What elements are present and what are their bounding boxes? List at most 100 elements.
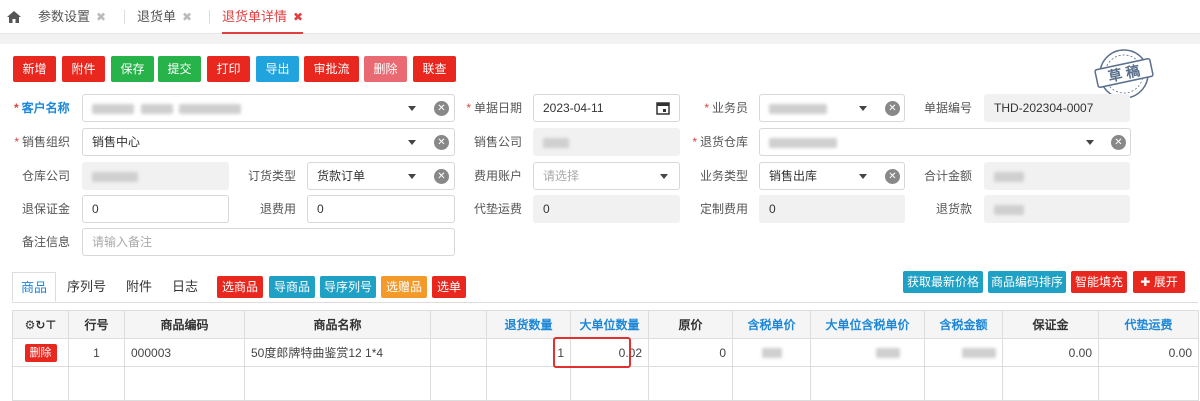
customer-label: * 客户名称	[14, 101, 70, 115]
column-header: 含税单价	[732, 310, 811, 339]
deposit-refund-input[interactable]: 0	[82, 195, 229, 223]
smart-fill-button[interactable]: 智能填充	[1071, 271, 1127, 293]
empty-cell	[570, 366, 649, 401]
product-name-cell: 50度郎牌特曲鉴赏12 1*4	[244, 338, 431, 367]
clear-icon[interactable]: ✕	[434, 169, 449, 184]
refresh-icon[interactable]: ↻	[35, 318, 45, 332]
chevron-down-icon[interactable]	[1086, 140, 1094, 145]
save-button[interactable]: 保存	[111, 56, 154, 82]
column-header: 大单位数量	[570, 310, 649, 339]
fee-account-select[interactable]: 请选择	[533, 162, 680, 190]
chevron-down-icon[interactable]	[859, 106, 867, 111]
submit-button[interactable]: 提交	[158, 56, 201, 82]
divider	[209, 10, 210, 24]
warehouse-company-label: 仓库公司	[21, 169, 70, 183]
expand-button[interactable]: ✚ 展开	[1133, 271, 1185, 293]
new-button[interactable]: 新增	[13, 56, 56, 82]
import-goods-button[interactable]: 导商品	[269, 276, 315, 298]
chevron-down-icon[interactable]	[859, 174, 867, 179]
redacted-text	[179, 103, 242, 114]
home-icon[interactable]	[6, 9, 22, 25]
sales-company-label: 销售公司	[473, 135, 522, 149]
table-tools-header[interactable]: ⚙↻⊤	[12, 310, 69, 339]
fee-account-placeholder: 请选择	[543, 169, 580, 183]
warehouse-select[interactable]: ✕	[759, 128, 1131, 156]
select-goods-button[interactable]: 选商品	[217, 276, 263, 298]
date-value: 2023-04-11	[543, 101, 604, 115]
latest-price-button[interactable]: 获取最新价格	[903, 271, 983, 293]
print-button[interactable]: 打印	[207, 56, 250, 82]
date-field[interactable]: 2023-04-11	[533, 94, 680, 122]
tab-parameter-settings[interactable]: 参数设置 ✖	[38, 0, 106, 34]
calendar-icon[interactable]	[656, 101, 670, 115]
chevron-down-icon[interactable]	[408, 106, 416, 111]
delete-button[interactable]: 删除	[364, 56, 407, 82]
original-price-cell: 0	[648, 338, 733, 367]
sales-org-select[interactable]: 销售中心 ✕	[82, 128, 455, 156]
filter-icon[interactable]: ⊤	[45, 318, 56, 332]
select-gift-button[interactable]: 选赠品	[381, 276, 427, 298]
tab-label: 参数设置	[38, 9, 91, 24]
business-type-select[interactable]: 销售出库 ✕	[759, 162, 905, 190]
redacted-text	[543, 137, 569, 148]
close-icon[interactable]: ✖	[182, 10, 192, 24]
attach-button[interactable]: 附件	[62, 56, 105, 82]
clear-icon[interactable]: ✕	[885, 101, 900, 116]
customer-select[interactable]: ✕	[82, 94, 455, 122]
product-code-cell: 000003	[124, 338, 245, 367]
sales-org-value: 销售中心	[92, 135, 141, 149]
warehouse-label: * 退货仓库	[692, 135, 748, 149]
tab-return-order[interactable]: 退货单 ✖	[137, 0, 192, 34]
total-amount-field	[984, 162, 1130, 190]
tab-goods[interactable]: 商品	[12, 272, 57, 302]
tab-label: 退货单详情	[222, 9, 288, 24]
tab-attachments[interactable]: 附件	[126, 272, 152, 302]
close-icon[interactable]: ✖	[96, 10, 106, 24]
clear-icon[interactable]: ✕	[885, 169, 900, 184]
select-order-button[interactable]: 选单	[432, 276, 466, 298]
approval-flow-button[interactable]: 审批流	[304, 56, 359, 82]
plus-icon: ✚	[1140, 275, 1154, 289]
sales-company-field	[533, 128, 680, 156]
export-button[interactable]: 导出	[256, 56, 299, 82]
chevron-down-icon[interactable]	[408, 174, 416, 179]
sort-by-code-button[interactable]: 商品编码排序	[988, 271, 1066, 293]
delete-row-button[interactable]: 删除	[24, 343, 57, 362]
sales-org-label: * 销售组织	[14, 135, 70, 149]
column-header	[430, 310, 487, 339]
tab-return-order-detail[interactable]: 退货单详情 ✖	[222, 0, 304, 34]
date-label: * 单据日期	[466, 101, 522, 115]
big-unit-tax-price-cell	[810, 338, 925, 367]
close-icon[interactable]: ✖	[293, 10, 303, 24]
remark-input[interactable]: 请输入备注	[82, 228, 455, 256]
import-serial-button[interactable]: 导序列号	[320, 276, 376, 298]
redacted-text	[875, 348, 900, 359]
order-type-select[interactable]: 货款订单 ✕	[307, 162, 455, 190]
column-header: 退货数量	[486, 310, 571, 339]
empty-cell	[430, 366, 487, 401]
link-query-button[interactable]: 联查	[413, 56, 456, 82]
refund-payment-field	[984, 195, 1130, 223]
business-type-value: 销售出库	[769, 169, 818, 183]
divider	[124, 10, 125, 24]
custom-fee-label: 定制费用	[699, 202, 748, 216]
clear-icon[interactable]: ✕	[434, 135, 449, 150]
tab-serial[interactable]: 序列号	[67, 272, 106, 302]
column-header: 商品编码	[124, 310, 245, 339]
gear-icon[interactable]: ⚙	[25, 318, 36, 332]
freight-field: 0	[533, 195, 680, 223]
empty-cell	[486, 366, 571, 401]
chevron-down-icon[interactable]	[660, 174, 668, 179]
salesman-select[interactable]: ✕	[759, 94, 905, 122]
column-header: 大单位含税单价	[810, 310, 925, 339]
clear-icon[interactable]: ✕	[434, 101, 449, 116]
clear-icon[interactable]: ✕	[1111, 135, 1126, 150]
tab-log[interactable]: 日志	[172, 272, 198, 302]
row-action-cell: 删除	[12, 338, 69, 367]
tax-amount-cell	[924, 338, 1003, 367]
fee-account-label: 费用账户	[473, 169, 522, 183]
tax-price-cell	[732, 338, 811, 367]
warehouse-company-field	[82, 162, 229, 190]
fee-refund-input[interactable]: 0	[307, 195, 455, 223]
chevron-down-icon[interactable]	[408, 140, 416, 145]
